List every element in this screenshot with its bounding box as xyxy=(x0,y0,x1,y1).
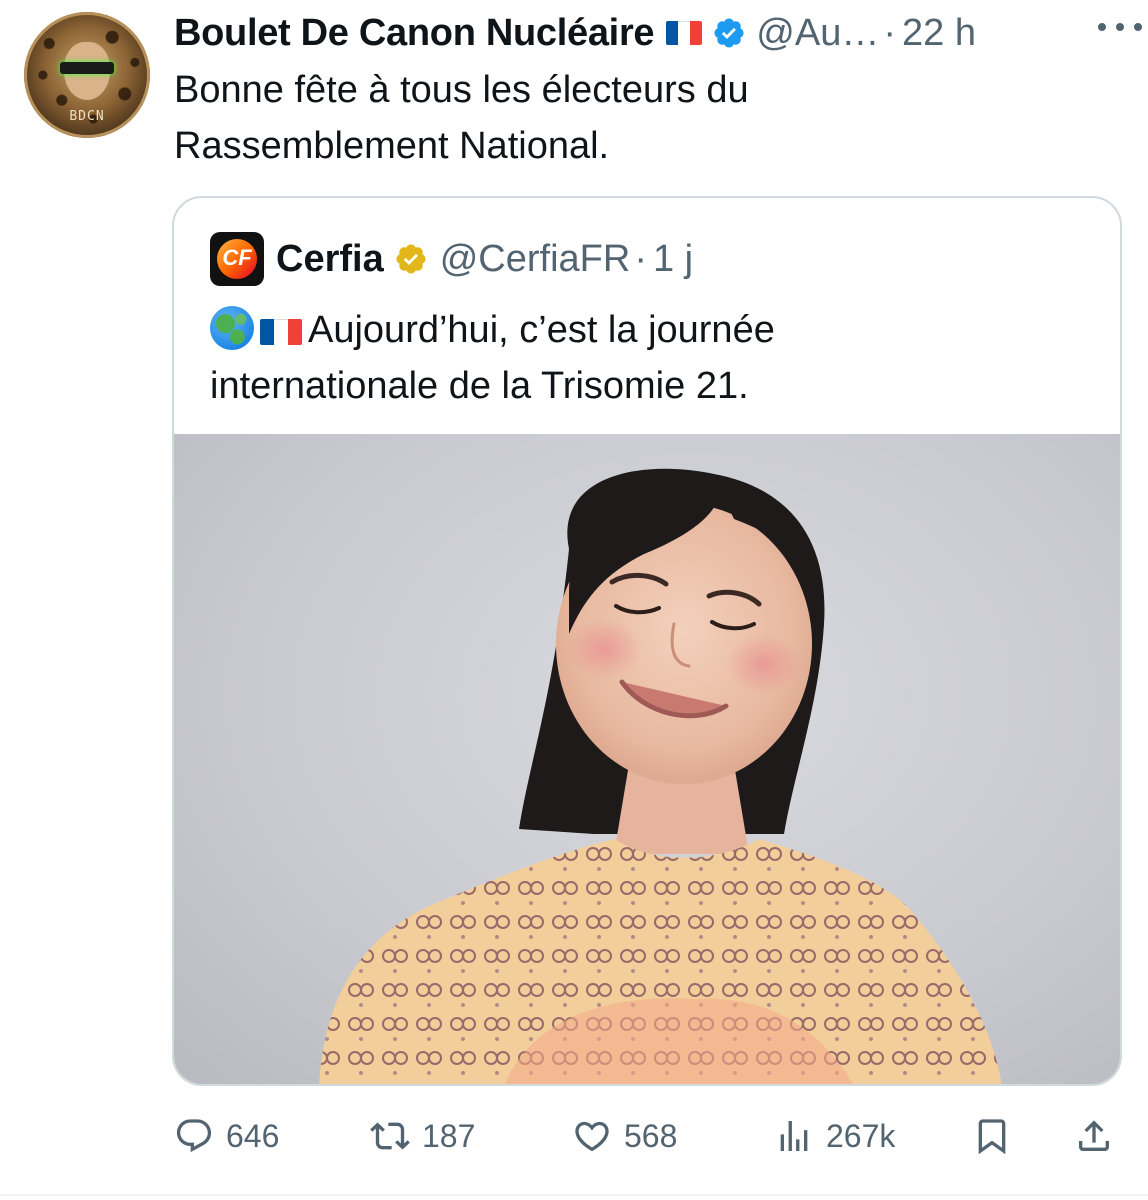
like-count: 568 xyxy=(624,1117,678,1154)
verified-badge-icon xyxy=(714,18,744,48)
author-avatar[interactable]: BDCN xyxy=(24,12,150,138)
quoted-author-name[interactable]: Cerfia xyxy=(276,238,384,281)
globe-icon xyxy=(210,306,254,350)
author-display-name[interactable]: Boulet De Canon Nucléaire xyxy=(174,12,655,55)
author-handle[interactable]: @Au… xyxy=(756,12,879,55)
tweet-text: Bonne fête à tous les électeurs du Rasse… xyxy=(174,62,1074,174)
repost-count: 187 xyxy=(422,1117,476,1154)
share-button[interactable] xyxy=(1074,1108,1114,1164)
tweet-text-line: Bonne fête à tous les électeurs du xyxy=(174,69,749,111)
verified-gold-badge-icon xyxy=(396,244,426,274)
views-button[interactable]: 267k xyxy=(774,1108,895,1164)
reply-button[interactable]: 646 xyxy=(174,1108,279,1164)
view-count: 267k xyxy=(826,1117,896,1154)
tweet-text-line: Rassemblement National. xyxy=(174,125,610,167)
more-dot xyxy=(1134,23,1142,31)
reply-icon xyxy=(176,1119,212,1153)
portrait-illustration xyxy=(319,468,1002,1084)
quoted-text-line-1: Aujourd’hui, c’est la journée xyxy=(210,302,1090,358)
quoted-text-line-2: internationale de la Trisomie 21. xyxy=(210,365,749,407)
share-icon xyxy=(1079,1120,1109,1151)
quoted-tweet-header: CF Cerfia @CerfiaFR · 1 j xyxy=(210,232,693,286)
divider xyxy=(0,1194,1148,1196)
tweet-actions: 646 187 568 267k xyxy=(170,1108,1130,1164)
cerfia-logo-avatar[interactable]: CF xyxy=(210,232,264,286)
quoted-tweet-photo[interactable] xyxy=(174,434,1120,1084)
logo-text: CF xyxy=(222,245,252,270)
more-dot xyxy=(1098,23,1106,31)
repost-icon xyxy=(370,1122,410,1150)
france-flag-icon xyxy=(666,21,703,45)
tweet-time[interactable]: 22 h xyxy=(902,12,976,55)
like-button[interactable]: 568 xyxy=(572,1108,677,1164)
bookmark-button[interactable] xyxy=(972,1108,1012,1164)
avatar-glasses xyxy=(60,62,114,74)
quoted-tweet-time[interactable]: 1 j xyxy=(653,238,693,281)
repost-button[interactable]: 187 xyxy=(370,1108,475,1164)
more-options-icon[interactable] xyxy=(1098,12,1142,42)
bookmark-icon xyxy=(978,1119,1006,1155)
quoted-tweet-text: Aujourd’hui, c’est la journée internatio… xyxy=(210,302,1090,414)
quoted-text-content: Aujourd’hui, c’est la journée xyxy=(308,309,775,351)
france-flag-icon xyxy=(260,319,302,345)
separator: · xyxy=(883,11,896,54)
heart-icon xyxy=(575,1121,609,1152)
quoted-tweet[interactable]: CF Cerfia @CerfiaFR · 1 j Aujourd’hui, c… xyxy=(172,196,1122,1086)
reply-count: 646 xyxy=(226,1117,280,1154)
views-icon xyxy=(780,1121,808,1151)
avatar-monogram: BDCN xyxy=(69,109,105,124)
tweet-header: Boulet De Canon Nucléaire @Au… · 22 h xyxy=(174,8,1128,58)
more-dot xyxy=(1116,23,1124,31)
separator: · xyxy=(634,237,647,280)
quoted-author-handle[interactable]: @CerfiaFR xyxy=(440,238,631,281)
tweet: BDCN Boulet De Canon Nucléaire @Au… · 22… xyxy=(0,0,1148,1200)
